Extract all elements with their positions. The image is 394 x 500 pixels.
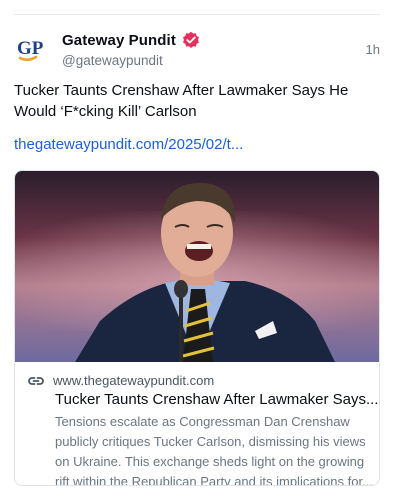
preview-title: Tucker Taunts Crenshaw After Lawmaker Sa… [55,391,379,408]
post-header: GP Gateway Pundit @gatewaypundit 1h [14,30,380,70]
author-block: Gateway Pundit @gatewaypundit [62,30,200,68]
preview-domain: www.thegatewaypundit.com [53,372,215,388]
verified-badge-icon [182,31,200,49]
post-timestamp[interactable]: 1h [366,42,380,57]
preview-description: Tensions escalate as Congressman Dan Cre… [55,414,373,486]
post-link[interactable]: thegatewaypundit.com/2025/02/t... [14,136,243,153]
author-handle[interactable]: @gatewaypundit [62,53,200,68]
preview-image [15,171,379,362]
top-divider [14,14,380,15]
preview-body: www.thegatewaypundit.com Tucker Taunts C… [15,362,379,486]
author-display-name[interactable]: Gateway Pundit [62,32,176,49]
post-text: Tucker Taunts Crenshaw After Lawmaker Sa… [14,82,349,120]
svg-text:GP: GP [17,38,44,59]
link-icon [27,374,45,386]
gateway-pundit-logo-icon: GP [17,38,44,62]
avatar[interactable]: GP [14,32,50,68]
link-preview-card[interactable]: www.thegatewaypundit.com Tucker Taunts C… [14,170,380,486]
